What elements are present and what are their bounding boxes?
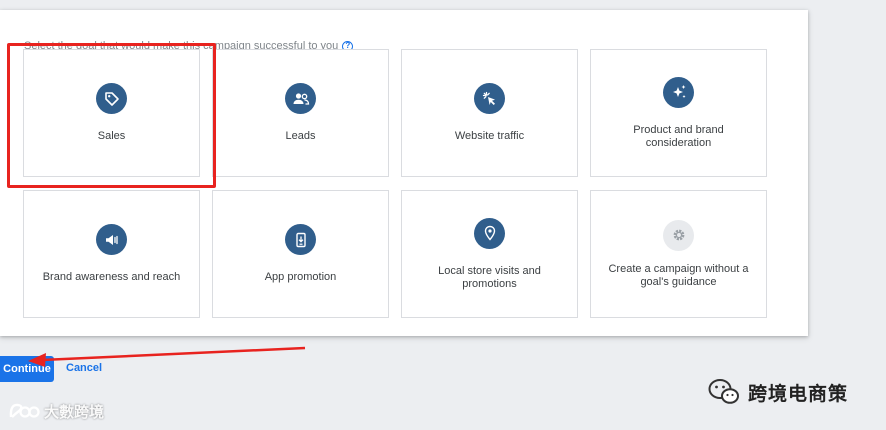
watermark-left-text: 大數跨境 <box>44 403 105 421</box>
red-arrow-annotation <box>28 346 306 367</box>
watermark-right-text: 跨境电商策 <box>748 383 849 405</box>
brand-logo-icon <box>9 403 40 418</box>
watermark-left: 大數跨境 <box>8 400 104 422</box>
watermark-right: 跨境电商策 <box>708 378 848 406</box>
wechat-icon <box>708 379 739 404</box>
